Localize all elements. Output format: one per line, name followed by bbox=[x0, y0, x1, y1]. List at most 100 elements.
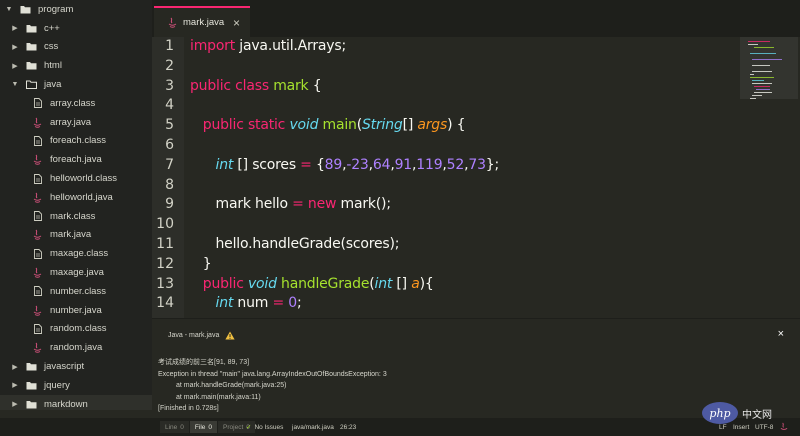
file-icon bbox=[32, 173, 43, 184]
line-number: 9 bbox=[165, 196, 174, 213]
output-line: at mark.main(mark.java:11) bbox=[176, 393, 261, 401]
scope-line[interactable]: Line 0 bbox=[160, 421, 190, 433]
code-line: mark hello = new mark(); bbox=[190, 196, 392, 213]
chevron-right-icon[interactable]: ▶ bbox=[10, 24, 20, 32]
java-icon bbox=[32, 267, 43, 278]
java-icon bbox=[32, 117, 43, 128]
folder-icon bbox=[26, 24, 37, 33]
file-icon bbox=[32, 248, 43, 259]
warning-icon bbox=[225, 331, 235, 340]
tree-item-foreach-class[interactable]: foreach.class bbox=[0, 132, 152, 151]
minimap-line bbox=[748, 44, 758, 45]
line-number: 1 bbox=[165, 38, 174, 54]
tree-item-label: maxage.class bbox=[50, 248, 109, 260]
output-line: 考试成绩的前三名[91, 89, 73] bbox=[158, 359, 250, 366]
tree-item-jquery[interactable]: ▶ jquery bbox=[0, 376, 152, 395]
line-number: 14 bbox=[156, 295, 174, 312]
line-number: 3 bbox=[165, 77, 174, 94]
tree-item-c-[interactable]: ▶ c++ bbox=[0, 19, 152, 38]
issues-label: No Issues bbox=[254, 423, 284, 431]
folder-icon bbox=[26, 400, 37, 409]
file-icon bbox=[32, 211, 43, 222]
tree-item-label: css bbox=[44, 41, 59, 53]
minimap-line bbox=[750, 98, 756, 99]
tree-item-number-class[interactable]: number.class bbox=[0, 282, 152, 301]
tree-item-maxage-java[interactable]: maxage.java bbox=[0, 263, 152, 282]
java-icon bbox=[32, 229, 43, 241]
code-line: int num = 0; bbox=[215, 295, 302, 312]
tree-item-markdown[interactable]: ▶ markdown bbox=[0, 394, 152, 410]
close-tab-icon[interactable]: × bbox=[233, 16, 240, 30]
tree-item-html[interactable]: ▶ html bbox=[0, 56, 152, 75]
line-number: 11 bbox=[156, 236, 174, 252]
tree-item-maxage-class[interactable]: maxage.class bbox=[0, 244, 152, 263]
cursor-position[interactable]: 26:23 bbox=[340, 418, 356, 436]
scope-file[interactable]: File 0 bbox=[189, 421, 219, 433]
chevron-right-icon[interactable]: ▶ bbox=[10, 43, 20, 51]
chevron-down-icon[interactable]: ▼ bbox=[4, 6, 14, 13]
tab-mark-java[interactable]: mark.java × bbox=[154, 6, 250, 37]
line-number: 6 bbox=[165, 137, 174, 153]
minimap-line bbox=[754, 92, 772, 93]
tree-item-helloworld-class[interactable]: helloworld.class bbox=[0, 169, 152, 188]
tree-item-program[interactable]: ▼ program bbox=[0, 0, 152, 19]
minimap-line bbox=[752, 83, 772, 84]
minimap-line bbox=[752, 65, 770, 66]
tree-item-label: jquery bbox=[44, 379, 70, 391]
tree-item-javascript[interactable]: ▶ javascript bbox=[0, 357, 152, 376]
panel-header: Java - mark.java bbox=[168, 331, 235, 340]
code-editor[interactable]: 1 2 3 4 5 6 7 8 9 10 11 12 13 14 import java.util.Arr… bbox=[152, 37, 738, 318]
java-icon bbox=[780, 418, 788, 436]
file-tree-sidebar: ▼ program ▶ c++ ▶ css ▶ html ▼ java array.class arr… bbox=[0, 0, 153, 410]
tree-item-label: array.java bbox=[50, 116, 92, 128]
tree-item-random-class[interactable]: random.class bbox=[0, 320, 152, 339]
file-icon bbox=[32, 136, 43, 146]
line-number: 5 bbox=[165, 117, 174, 134]
close-panel-icon[interactable]: × bbox=[778, 328, 784, 340]
line-number: 13 bbox=[156, 275, 174, 292]
minimap-line bbox=[750, 74, 754, 75]
chevron-down-icon[interactable]: ▼ bbox=[10, 81, 20, 88]
java-icon bbox=[32, 342, 43, 353]
line-number: 4 bbox=[165, 97, 174, 114]
minimap[interactable] bbox=[738, 37, 800, 318]
tree-item-label: mark.class bbox=[50, 210, 96, 222]
tree-item-java[interactable]: ▼ java bbox=[0, 75, 152, 94]
tree-item-helloworld-java[interactable]: helloworld.java bbox=[0, 188, 152, 207]
minimap-line bbox=[756, 89, 770, 90]
tree-item-mark-java[interactable]: mark.java bbox=[0, 226, 152, 245]
folder-icon bbox=[20, 5, 31, 14]
folder-icon bbox=[26, 42, 37, 51]
tree-item-mark-class[interactable]: mark.class bbox=[0, 207, 152, 226]
tree-item-random-java[interactable]: random.java bbox=[0, 338, 152, 357]
console-output: 考试成绩的前三名[91, 89, 73] Exception in thread … bbox=[158, 357, 387, 415]
minimap-line bbox=[750, 77, 774, 78]
folder-icon bbox=[26, 362, 37, 371]
folder-open-icon bbox=[26, 80, 37, 90]
java-icon bbox=[168, 17, 177, 28]
tree-item-css[interactable]: ▶ css bbox=[0, 38, 152, 57]
file-path[interactable]: java/mark.java bbox=[292, 418, 334, 436]
code-line: import java.util.Arrays; bbox=[190, 38, 346, 54]
output-line: at mark.handleGrade(mark.java:25) bbox=[176, 382, 287, 389]
file-icon bbox=[32, 98, 43, 109]
tree-item-label: helloworld.java bbox=[50, 191, 113, 203]
file-icon bbox=[32, 286, 43, 297]
folder-icon bbox=[26, 381, 37, 390]
chevron-right-icon[interactable]: ▶ bbox=[10, 400, 20, 408]
code-line: } bbox=[190, 255, 212, 272]
code-line: public void handleGrade(int [] a){ bbox=[202, 275, 434, 292]
chevron-right-icon[interactable]: ▶ bbox=[10, 381, 20, 389]
minimap-line bbox=[754, 47, 774, 48]
output-line: Exception in thread "main" java.lang.Arr… bbox=[158, 370, 387, 378]
chevron-right-icon[interactable]: ▶ bbox=[10, 363, 20, 371]
code-line: hello.handleGrade(scores); bbox=[190, 236, 400, 252]
tree-item-array-class[interactable]: array.class bbox=[0, 94, 152, 113]
chevron-right-icon[interactable]: ▶ bbox=[10, 62, 20, 70]
tree-item-foreach-java[interactable]: foreach.java bbox=[0, 150, 152, 169]
tree-item-label: markdown bbox=[44, 398, 88, 410]
issues-indicator[interactable]: ✓ No Issues bbox=[246, 418, 283, 436]
tree-item-label: java bbox=[44, 79, 62, 91]
tree-item-number-java[interactable]: number.java bbox=[0, 301, 152, 320]
tree-item-array-java[interactable]: array.java bbox=[0, 113, 152, 132]
